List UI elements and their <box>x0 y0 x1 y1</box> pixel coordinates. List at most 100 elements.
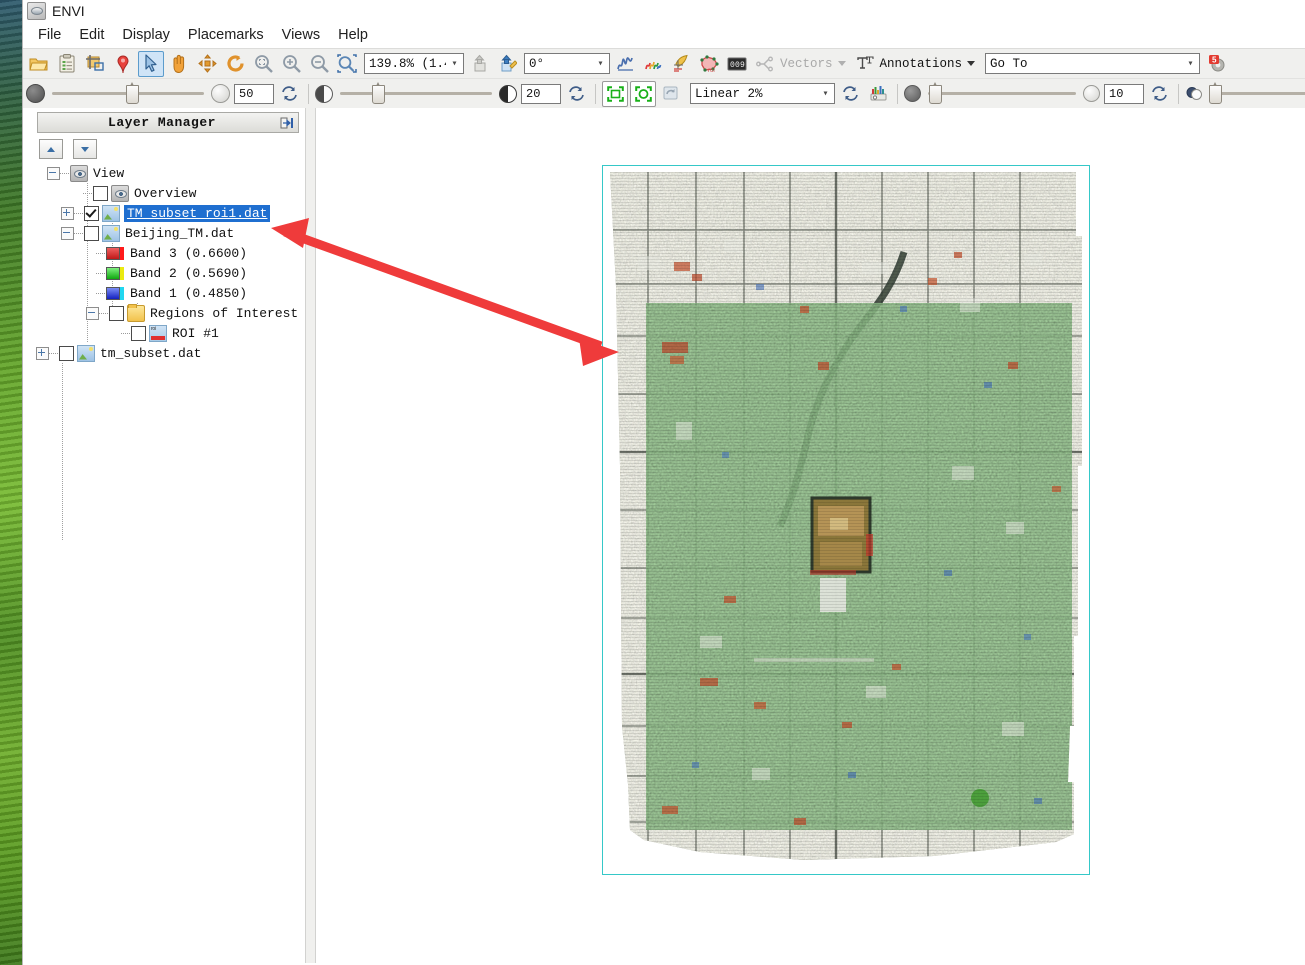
histogram-stretch-icon[interactable] <box>865 81 891 107</box>
band-swatch-blue <box>106 286 120 300</box>
contrast-high-icon <box>499 84 517 103</box>
zoom-selection-icon[interactable] <box>334 51 360 77</box>
crop-subset-icon[interactable] <box>82 51 108 77</box>
envi-chip-icon[interactable]: 5 <box>1204 51 1230 77</box>
annotations-label[interactable]: Annotations <box>880 57 963 71</box>
cursor-value-icon[interactable]: 009 <box>724 51 750 77</box>
vectors-icon[interactable] <box>752 51 778 77</box>
select-cursor-icon[interactable] <box>138 50 164 77</box>
roi-tool-icon[interactable]: roi <box>696 51 722 77</box>
sharpen-track[interactable] <box>928 82 1076 104</box>
tree-row-band-1[interactable]: Band 1 (0.4850) <box>23 283 305 303</box>
reset-arrows-icon[interactable] <box>276 81 302 107</box>
rotation-combo[interactable]: 0° ▾ <box>524 53 610 74</box>
checkbox-tm-subset-roi1[interactable] <box>84 205 99 221</box>
checkbox-tm-subset[interactable] <box>59 345 74 361</box>
brightness-value[interactable]: 50 <box>234 83 274 104</box>
transparency-thumb[interactable] <box>1209 82 1222 104</box>
main-body: Layer Manager View Overview TM_subset_ro… <box>23 108 1305 963</box>
reset-arrows-icon[interactable] <box>1146 81 1172 107</box>
fly-move-icon[interactable] <box>194 51 220 77</box>
spectral-profile-icon[interactable] <box>612 51 638 77</box>
move-layer-up-icon[interactable] <box>39 139 63 159</box>
menu-edit[interactable]: Edit <box>70 24 113 46</box>
toolbar-separator <box>595 83 596 104</box>
menu-file[interactable]: File <box>29 24 70 46</box>
svg-text:5: 5 <box>1212 56 1217 65</box>
pixel-locator-icon[interactable] <box>668 51 694 77</box>
zoom-in-icon[interactable] <box>278 51 304 77</box>
sharpen-value[interactable]: 10 <box>1104 83 1144 104</box>
transparency-slider-group[interactable]: 0 <box>1185 82 1305 104</box>
zoom-out-icon[interactable] <box>306 51 332 77</box>
expander-plus-icon[interactable] <box>36 346 49 360</box>
layer-nav-row <box>39 139 305 159</box>
zoom-level-combo[interactable]: 139.8% (1.4:: ▾ <box>364 53 464 74</box>
tree-row-band-3[interactable]: Band 3 (0.6600) <box>23 243 305 263</box>
zoom-to-extent-icon[interactable] <box>602 80 628 107</box>
stretch-value: Linear 2% <box>695 86 763 101</box>
refresh-stretch-icon[interactable] <box>658 81 684 107</box>
snapshot-gray-icon[interactable] <box>466 51 492 77</box>
menu-help[interactable]: Help <box>329 24 377 46</box>
reset-arrows-icon[interactable] <box>837 81 863 107</box>
image-view-area[interactable] <box>316 108 1305 963</box>
expander-plus-icon[interactable] <box>61 206 74 220</box>
sharpen-thumb[interactable] <box>929 82 943 104</box>
transparency-track[interactable] <box>1209 82 1305 104</box>
brightness-track[interactable] <box>52 82 204 104</box>
tree-row-beijing-tm[interactable]: Beijing_TM.dat <box>23 223 305 243</box>
checkbox-roi-1[interactable] <box>131 325 146 341</box>
vectors-label[interactable]: Vectors <box>780 57 833 71</box>
open-file-icon[interactable] <box>26 51 52 77</box>
contrast-track[interactable] <box>340 82 492 104</box>
beijing-landsat-tm-truecolor[interactable] <box>604 166 1088 870</box>
panel-splitter[interactable] <box>305 108 316 963</box>
annotations-text-icon[interactable] <box>852 51 878 77</box>
contrast-thumb[interactable] <box>371 82 385 104</box>
sharpen-slider-group[interactable]: 10 <box>904 82 1144 104</box>
tree-line <box>62 363 63 541</box>
contrast-slider-group[interactable]: 20 <box>315 82 561 104</box>
vectors-dropdown-caret[interactable] <box>837 61 846 66</box>
placemark-pin-icon[interactable] <box>110 51 136 77</box>
move-layer-down-icon[interactable] <box>73 139 97 159</box>
pan-hand-icon[interactable] <box>166 51 192 77</box>
tree-label-roi-1: ROI #1 <box>172 325 219 341</box>
annotations-dropdown-caret[interactable] <box>967 61 976 66</box>
clipboard-icon[interactable] <box>54 51 80 77</box>
folder-icon <box>127 303 145 322</box>
snapshot-blue-icon[interactable] <box>494 51 520 77</box>
tree-row-tm-subset[interactable]: tm_subset.dat <box>23 343 305 363</box>
goto-combo[interactable]: Go To ▾ <box>985 53 1201 74</box>
tree-row-band-2[interactable]: Band 2 (0.5690) <box>23 263 305 283</box>
checkbox-overview[interactable] <box>93 185 108 201</box>
tree-row-view[interactable]: View <box>23 163 305 183</box>
tree-row-regions-of-interest[interactable]: Regions of Interest <box>23 303 305 323</box>
contrast-value[interactable]: 20 <box>521 83 561 104</box>
checkbox-beijing-tm[interactable] <box>84 225 99 241</box>
rotate-icon[interactable] <box>222 51 248 77</box>
zoom-fit-icon[interactable] <box>250 51 276 77</box>
sharpen-dark-icon <box>904 85 921 102</box>
sharpen-light-icon <box>1083 85 1100 102</box>
expander-minus-icon[interactable] <box>86 306 99 320</box>
menu-views[interactable]: Views <box>273 24 329 46</box>
brightness-thumb[interactable] <box>126 82 140 104</box>
pin-panel-icon[interactable] <box>276 113 298 132</box>
expander-minus-icon[interactable] <box>61 226 74 240</box>
reset-arrows-icon[interactable] <box>563 81 589 107</box>
tree-row-overview[interactable]: Overview <box>23 183 305 203</box>
tree-row-tm-subset-roi1[interactable]: TM_subset_roi1.dat <box>23 203 305 223</box>
brightness-slider-group[interactable]: 50 <box>26 82 274 104</box>
tree-row-roi-1[interactable]: ROI #1 <box>23 323 305 343</box>
spectral-library-icon[interactable] <box>640 51 666 77</box>
expander-minus-icon[interactable] <box>47 166 60 180</box>
raster-icon <box>102 204 120 222</box>
menu-placemarks[interactable]: Placemarks <box>179 24 273 46</box>
stretch-combo[interactable]: Linear 2% ▾ <box>690 83 835 104</box>
menu-display[interactable]: Display <box>113 24 179 46</box>
checkbox-regions-of-interest[interactable] <box>109 305 124 321</box>
fit-to-window-icon[interactable] <box>630 80 656 107</box>
rotation-value: 0° <box>529 56 545 71</box>
